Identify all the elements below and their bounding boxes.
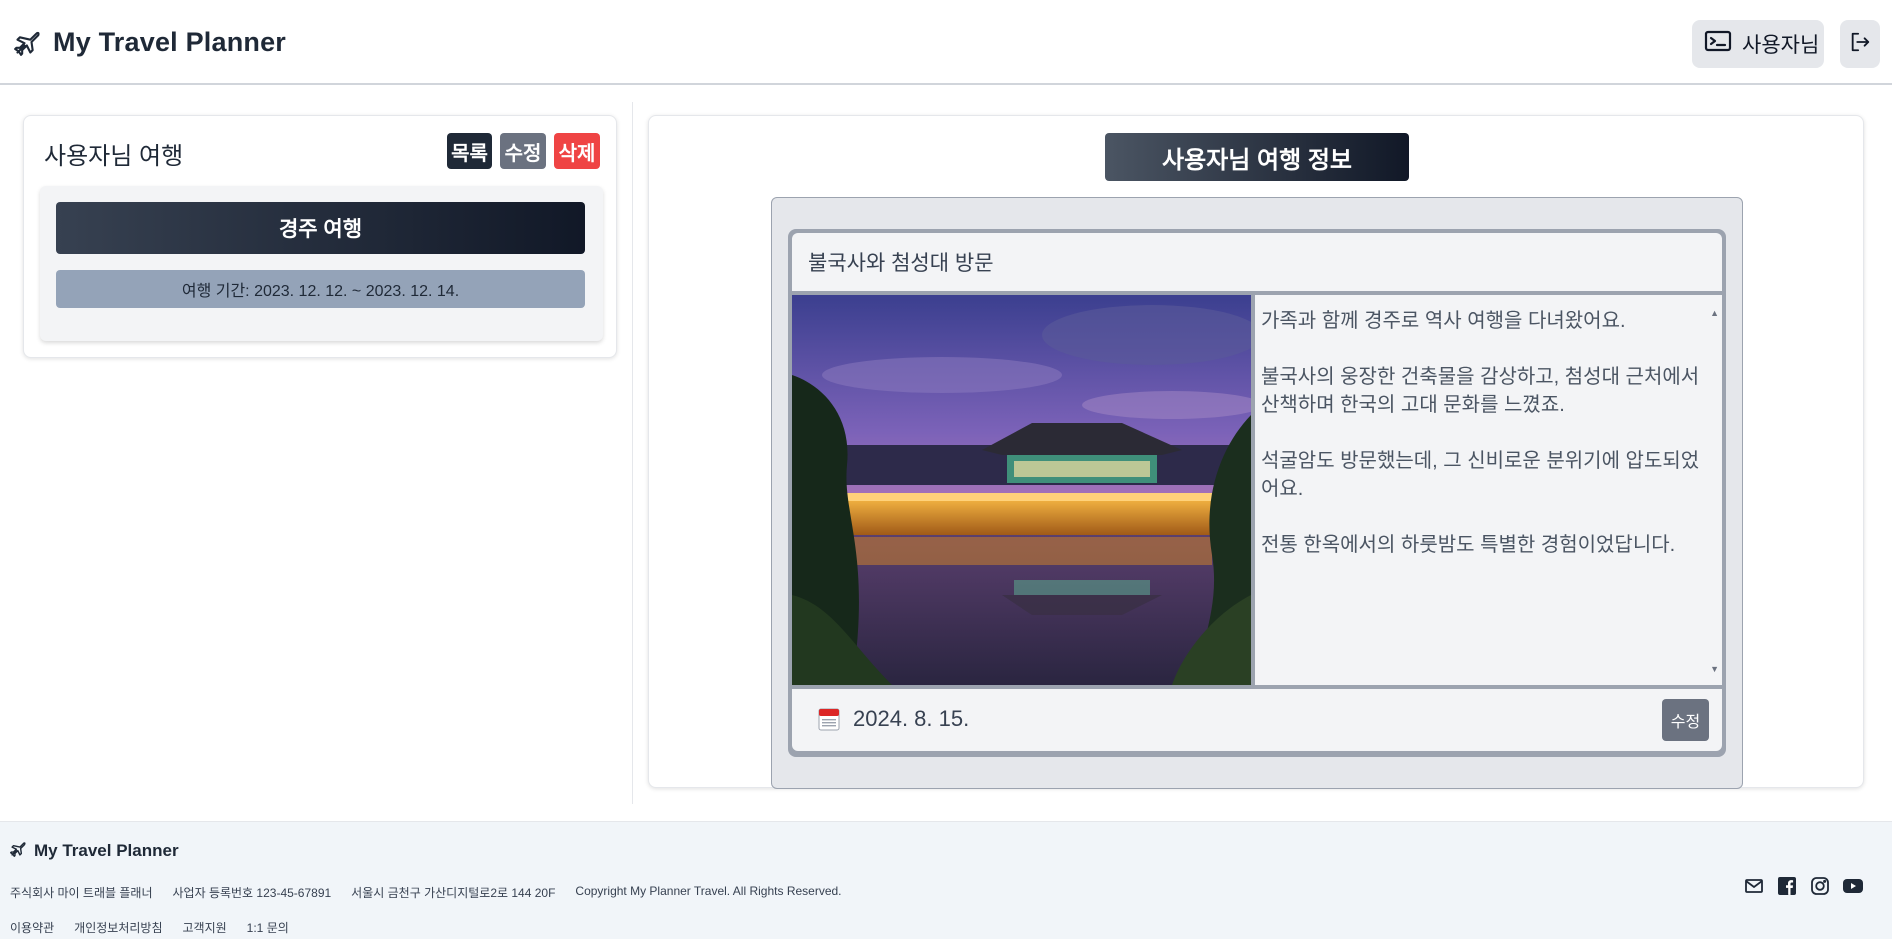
post-card: 불국사와 첨성대 방문 가족과 함께 경주로 역사 여행을 다녀왔어요. 불국사… [788, 229, 1726, 757]
trip-list-card: 사용자님 여행 목록 수정 삭제 경주 여행 여행 기간: 2023. 12. … [23, 115, 617, 358]
post-container: 불국사와 첨성대 방문 가족과 함께 경주로 역사 여행을 다녀왔어요. 불국사… [771, 197, 1743, 789]
scroll-down-icon[interactable]: ▼ [1710, 655, 1719, 683]
footer-brand[interactable]: My Travel Planner [10, 840, 179, 862]
footer-company: 주식회사 마이 트래블 플래너 [10, 886, 153, 900]
trip-name[interactable]: 경주 여행 [56, 202, 585, 254]
brand-title: My Travel Planner [53, 26, 287, 57]
scroll-up-icon[interactable]: ▲ [1710, 299, 1719, 327]
trip-list-title: 사용자님 여행 [44, 143, 184, 170]
trip-info-card: 사용자님 여행 정보 불국사와 첨성대 방문 가족과 함께 경주로 역사 여행을… [648, 115, 1864, 789]
footer-link-terms[interactable]: 이용약관 [10, 919, 54, 936]
footer-copyright: Copyright My Planner Travel. All Rights … [575, 884, 842, 898]
header: My Travel Planner 사용자님 [0, 0, 1892, 85]
post-date: 2024. 8. 15. [853, 706, 970, 731]
trip-period: 여행 기간: 2023. 12. 12. ~ 2023. 12. 14. [56, 270, 585, 308]
footer-link-inquiry[interactable]: 1:1 문의 [247, 919, 289, 936]
post-subject: 불국사와 첨성대 방문 [792, 233, 1722, 291]
post-paragraph: 가족과 함께 경주로 역사 여행을 다녀왔어요. [1261, 310, 1626, 332]
user-menu-button[interactable]: 사용자님 [1692, 20, 1824, 68]
terminal-icon [1704, 29, 1732, 59]
footer-company-info: 주식회사 마이 트래블 플래너 사업자 등록번호 123-45-67891 서울… [10, 884, 842, 901]
youtube-icon[interactable] [1843, 876, 1863, 896]
edit-post-button[interactable]: 수정 [1662, 699, 1709, 741]
post-photo [792, 295, 1251, 685]
brand-link[interactable]: My Travel Planner [13, 22, 286, 62]
airplane-icon [13, 27, 43, 57]
post-footer: 2024. 8. 15. 수정 [792, 689, 1722, 751]
user-button-label: 사용자님 [1742, 34, 1820, 57]
footer: My Travel Planner 주식회사 마이 트래블 플래너 사업자 등록… [0, 821, 1892, 939]
footer-brand-title: My Travel Planner [34, 841, 179, 860]
footer-links: 이용약관 개인정보처리방침 고객지원 1:1 문의 [10, 919, 289, 936]
delete-trip-button[interactable]: 삭제 [554, 133, 600, 169]
post-paragraph: 석굴암도 방문했는데, 그 신비로운 분위기에 압도되었어요. [1261, 450, 1700, 500]
logout-button[interactable] [1840, 20, 1880, 68]
instagram-icon[interactable] [1810, 876, 1830, 896]
footer-link-privacy[interactable]: 개인정보처리방침 [74, 919, 162, 936]
facebook-icon[interactable] [1777, 876, 1797, 896]
footer-address: 서울시 금천구 가산디지털로2로 144 20F [351, 886, 556, 900]
edit-trip-button[interactable]: 수정 [500, 133, 546, 169]
post-paragraph: 불국사의 웅장한 건축물을 감상하고, 첨성대 근처에서 산책하며 한국의 고대… [1261, 366, 1700, 416]
footer-registration: 사업자 등록번호 123-45-67891 [172, 886, 332, 900]
airplane-icon [10, 840, 27, 862]
post-paragraph: 전통 한옥에서의 하룻밤도 특별한 경험이었답니다. [1261, 534, 1676, 556]
post-body[interactable]: 가족과 함께 경주로 역사 여행을 다녀왔어요. 불국사의 웅장한 건축물을 감… [1255, 295, 1722, 685]
list-button[interactable]: 목록 [447, 133, 492, 169]
trip-info-title: 사용자님 여행 정보 [1105, 133, 1409, 181]
mail-icon[interactable] [1744, 876, 1764, 896]
logout-icon [1849, 31, 1871, 58]
divider [632, 102, 633, 804]
footer-link-support[interactable]: 고객지원 [183, 919, 227, 936]
calendar-icon [818, 707, 840, 731]
footer-social [1744, 876, 1863, 896]
trip-item: 경주 여행 여행 기간: 2023. 12. 12. ~ 2023. 12. 1… [40, 186, 603, 341]
